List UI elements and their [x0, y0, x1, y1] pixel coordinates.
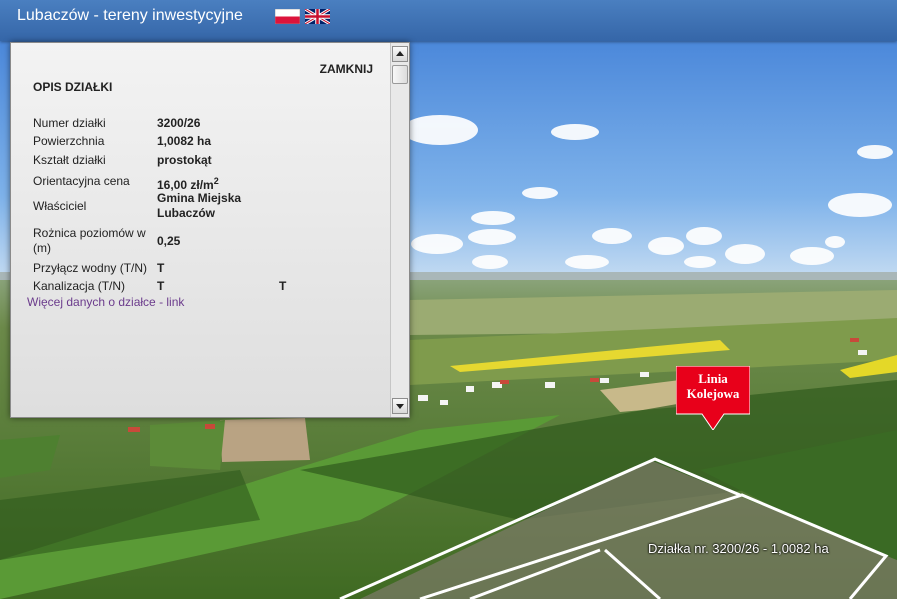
scroll-up-button[interactable]: [392, 46, 408, 62]
row-value: Gmina Miejska Lubaczów: [157, 191, 242, 220]
row-value: 1,0082 ha: [157, 134, 212, 148]
panel-scrollbar[interactable]: [390, 43, 409, 417]
row-label: Kanalizacja (T/N): [33, 279, 126, 293]
top-bar: Lubaczów - tereny inwestycyjne: [0, 0, 897, 41]
row-label: Kształt działki: [33, 153, 106, 167]
plot-area-label[interactable]: Działka nr. 3200/26 - 1,0082 ha: [648, 541, 829, 556]
scrollbar-thumb[interactable]: [392, 65, 408, 84]
marker-label-line-1: Linia: [698, 371, 728, 386]
more-data-link[interactable]: Więcej danych o działce - link: [27, 295, 184, 309]
row-label: Rożnica poziomów w (m): [33, 226, 146, 255]
row-label: Powierzchnia: [33, 134, 105, 148]
arrow-down-icon: [396, 404, 404, 409]
row-label: Orientacyjna cena: [33, 174, 130, 188]
railway-line-marker[interactable]: Linia Kolejowa: [676, 366, 750, 430]
price-value: 16,00 zł/m: [157, 178, 214, 192]
close-button[interactable]: ZAMKNIJ: [320, 62, 373, 76]
flag-gb-icon[interactable]: [305, 9, 330, 24]
panel-title: OPIS DZIAŁKI: [33, 80, 113, 94]
row-value: prostokąt: [157, 153, 212, 167]
flag-pl-icon[interactable]: [275, 9, 300, 24]
row-value: 3200/26: [157, 116, 201, 130]
row-label: Przyłącz wodny (T/N): [33, 261, 148, 275]
row-value: T: [157, 261, 165, 275]
plot-description-panel: ZAMKNIJ OPIS DZIAŁKI Numer działki 3200/…: [10, 42, 410, 418]
row-extra-value: T: [279, 279, 287, 293]
price-unit-superscript: 2: [213, 176, 219, 186]
scroll-down-button[interactable]: [392, 398, 408, 414]
marker-label: Linia Kolejowa: [676, 371, 750, 401]
panel-content: ZAMKNIJ OPIS DZIAŁKI Numer działki 3200/…: [11, 43, 391, 417]
row-label: Właściciel: [33, 199, 87, 213]
app-title: Lubaczów - tereny inwestycyjne: [17, 7, 243, 24]
row-value: 0,25: [157, 234, 181, 248]
arrow-up-icon: [396, 51, 404, 56]
row-value: T: [157, 279, 165, 293]
marker-label-line-2: Kolejowa: [686, 386, 740, 401]
row-label: Numer działki: [33, 116, 106, 130]
